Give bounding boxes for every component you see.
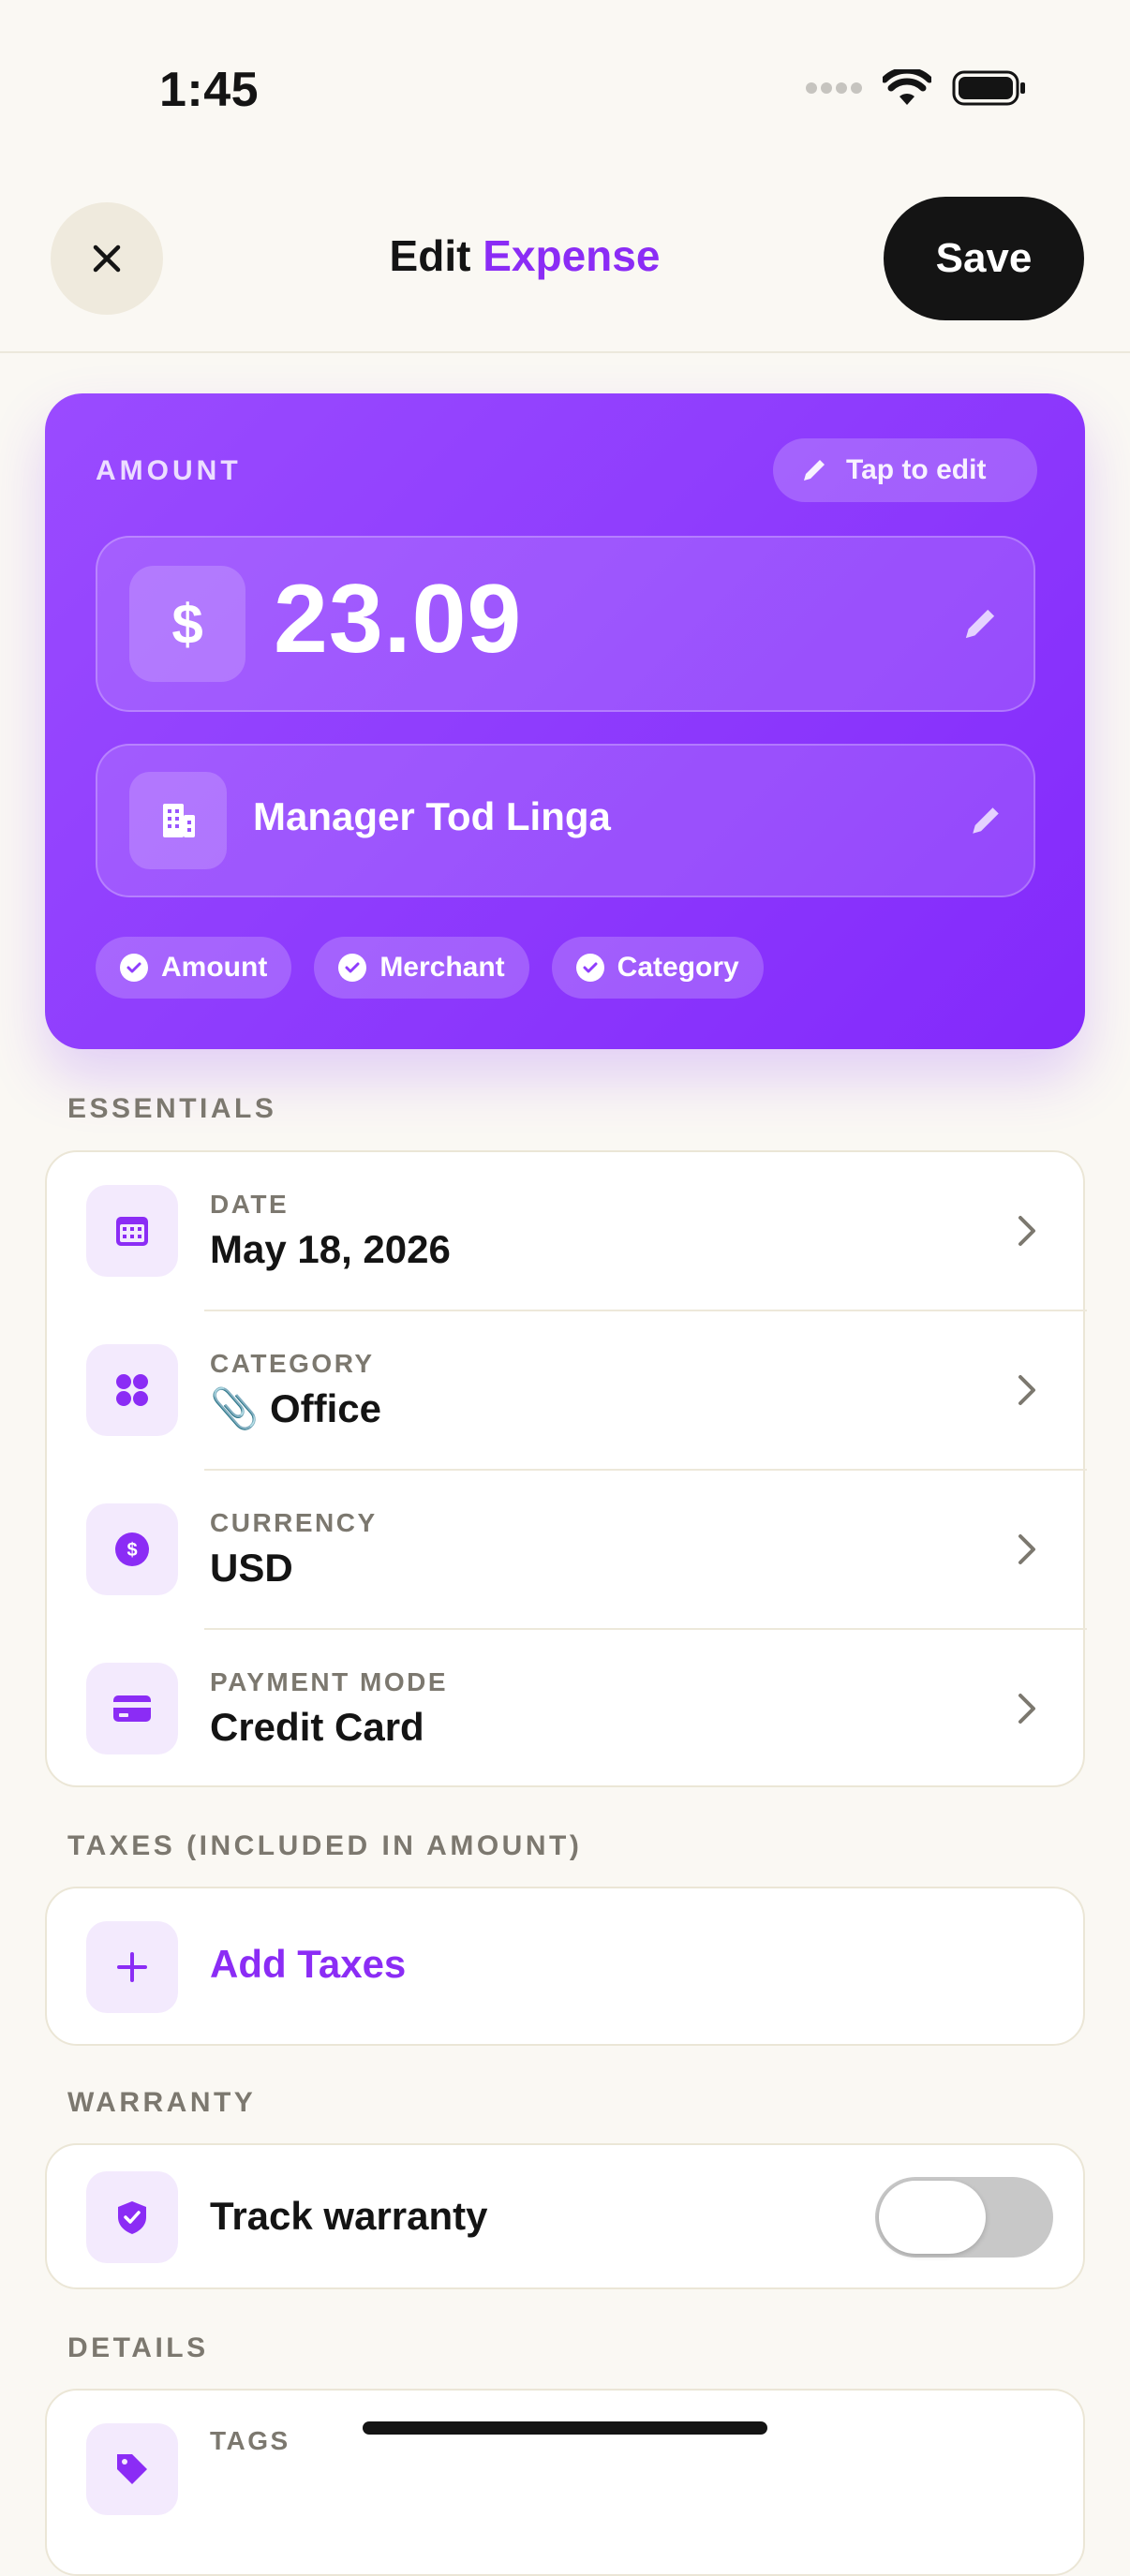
payment-mode-row[interactable]: PAYMENT MODE Credit Card <box>47 1630 1087 1789</box>
track-warranty-toggle[interactable] <box>875 2177 1053 2258</box>
date-icon-badge <box>86 1185 178 1277</box>
pencil-icon <box>973 807 999 834</box>
plus-icon <box>117 1952 147 1982</box>
amount-value: 23.09 <box>274 565 523 674</box>
date-row[interactable]: DATE May 18, 2026 <box>47 1152 1087 1311</box>
tags-label: TAGS <box>210 2426 290 2455</box>
essentials-section-label: ESSENTIALS <box>67 1093 277 1124</box>
category-row[interactable]: CATEGORY 📎 Office <box>47 1311 1087 1471</box>
amount-label: AMOUNT <box>96 455 242 486</box>
detected-fields-chips: Amount Merchant Category <box>96 937 764 999</box>
chip-merchant: Merchant <box>314 937 529 999</box>
chip-label: Amount <box>161 952 268 983</box>
building-icon-badge <box>129 772 227 869</box>
chevron-right-icon <box>1018 1375 1035 1405</box>
merchant-field[interactable]: Manager Tod Linga <box>96 744 1035 897</box>
add-icon-badge <box>86 1921 178 2013</box>
header-divider <box>0 351 1130 353</box>
credit-card-icon <box>113 1695 151 1722</box>
chevron-right-icon <box>1018 1534 1035 1564</box>
date-value: May 18, 2026 <box>210 1227 451 1271</box>
currency-value: USD <box>210 1546 293 1590</box>
building-icon <box>163 804 195 837</box>
category-value: 📎 Office <box>210 1386 381 1430</box>
chip-category: Category <box>551 937 764 999</box>
status-icons <box>806 69 1027 107</box>
add-taxes-label: Add Taxes <box>210 1942 407 1986</box>
payment-icon-badge <box>86 1663 178 1754</box>
pencil-icon <box>804 460 825 481</box>
essentials-card: DATE May 18, 2026 CATEGORY 📎 Office $ CU… <box>45 1150 1087 1789</box>
dollar-coin-icon: $ <box>115 1532 149 1566</box>
chevron-right-icon <box>1018 1694 1035 1724</box>
wifi-icon <box>883 69 931 105</box>
currency-row[interactable]: $ CURRENCY USD <box>47 1471 1087 1630</box>
amount-card: AMOUNT Tap to edit $ 23.09 Manager Tod L… <box>45 393 1085 1049</box>
category-label: CATEGORY <box>210 1349 375 1378</box>
check-icon <box>338 954 367 982</box>
home-indicator <box>363 2421 767 2435</box>
warranty-icon-badge <box>86 2171 178 2263</box>
title-accent: Expense <box>483 231 661 280</box>
calendar-icon <box>116 1217 148 1246</box>
chip-amount: Amount <box>96 937 292 999</box>
tap-to-edit-button[interactable]: Tap to edit <box>773 438 1037 502</box>
currency-label: CURRENCY <box>210 1508 378 1537</box>
status-time: 1:45 <box>159 63 260 117</box>
details-section-label: DETAILS <box>67 2332 209 2363</box>
payment-mode-value: Credit Card <box>210 1705 424 1749</box>
category-icon-badge <box>86 1344 178 1436</box>
currency-symbol-badge: $ <box>129 566 245 682</box>
svg-text:$: $ <box>126 1540 137 1561</box>
check-icon <box>120 954 148 982</box>
save-button[interactable]: Save <box>884 197 1084 320</box>
tags-icon-badge <box>86 2423 178 2515</box>
tag-icon <box>117 2454 147 2484</box>
check-icon <box>575 954 604 982</box>
tags-row[interactable]: TAGS <box>47 2391 1087 2550</box>
track-warranty-label: Track warranty <box>210 2194 488 2238</box>
merchant-name: Manager Tod Linga <box>253 794 611 838</box>
warranty-card: Track warranty <box>45 2143 1085 2289</box>
shield-check-icon <box>118 2201 146 2234</box>
grid-icon <box>116 1374 148 1406</box>
currency-icon-badge: $ <box>86 1503 178 1595</box>
add-taxes-button[interactable]: Add Taxes <box>47 1888 1087 2044</box>
tap-to-edit-label: Tap to edit <box>846 454 987 485</box>
cellular-signal-icon <box>806 82 862 94</box>
details-card: TAGS <box>45 2389 1085 2576</box>
chevron-right-icon <box>1018 1216 1035 1246</box>
toggle-knob <box>879 2181 986 2254</box>
payment-mode-label: PAYMENT MODE <box>210 1667 449 1696</box>
chip-label: Category <box>617 952 739 983</box>
warranty-section-label: WARRANTY <box>67 2087 257 2118</box>
date-label: DATE <box>210 1190 290 1219</box>
battery-icon <box>952 70 1025 106</box>
taxes-card: Add Taxes <box>45 1887 1085 2046</box>
title-prefix: Edit <box>389 231 471 280</box>
chip-label: Merchant <box>379 952 505 983</box>
pencil-icon <box>965 609 995 639</box>
taxes-section-label: TAXES (INCLUDED IN AMOUNT) <box>67 1830 583 1861</box>
amount-field[interactable]: $ 23.09 <box>96 536 1035 712</box>
